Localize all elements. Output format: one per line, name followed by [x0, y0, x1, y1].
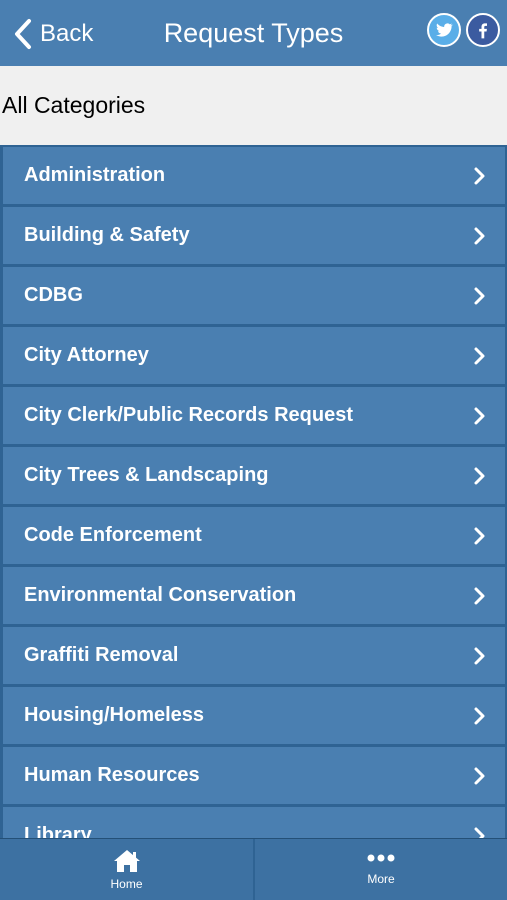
list-item-administration[interactable]: Administration [3, 147, 505, 204]
chevron-right-icon [474, 527, 485, 545]
list-item-label: Graffiti Removal [24, 644, 179, 666]
list-item-label: City Attorney [24, 344, 149, 366]
list-item-building-safety[interactable]: Building & Safety [3, 207, 505, 264]
filter-label: All Categories [2, 92, 146, 118]
tab-home[interactable]: Home [0, 839, 253, 900]
chevron-right-icon [474, 347, 485, 365]
chevron-right-icon [474, 407, 485, 425]
list-item-human-resources[interactable]: Human Resources [3, 747, 505, 804]
list-item-housing-homeless[interactable]: Housing/Homeless [3, 687, 505, 744]
back-label: Back [40, 20, 94, 47]
list-item-library[interactable]: Library [3, 807, 505, 838]
facebook-icon [479, 23, 487, 39]
list-item-graffiti-removal[interactable]: Graffiti Removal [3, 627, 505, 684]
more-dots-icon [367, 854, 395, 862]
bottom-tab-bar: Home More [0, 838, 507, 900]
list-item-label: City Trees & Landscaping [24, 464, 269, 486]
category-list[interactable]: Administration Building & Safety CDBG Ci… [0, 145, 507, 838]
chevron-left-icon [15, 19, 31, 49]
chevron-right-icon [474, 647, 485, 665]
chevron-right-icon [474, 827, 485, 838]
list-item-city-attorney[interactable]: City Attorney [3, 327, 505, 384]
list-item-cdbg[interactable]: CDBG [3, 267, 505, 324]
twitter-icon [436, 23, 454, 37]
tab-home-label: Home [110, 877, 143, 891]
back-button[interactable]: Back [12, 14, 93, 54]
list-item-code-enforcement[interactable]: Code Enforcement [3, 507, 505, 564]
chevron-right-icon [474, 707, 485, 725]
twitter-button[interactable] [427, 13, 461, 47]
list-item-label: Human Resources [24, 764, 200, 786]
chevron-right-icon [474, 227, 485, 245]
list-item-city-clerk[interactable]: City Clerk/Public Records Request [3, 387, 505, 444]
chevron-right-icon [474, 767, 485, 785]
category-filter[interactable]: All Categories [0, 66, 507, 145]
tab-more-label: More [367, 872, 395, 886]
list-item-label: City Clerk/Public Records Request [24, 404, 353, 426]
list-item-label: Library [24, 824, 92, 838]
home-icon [113, 850, 140, 872]
list-item-environmental-conservation[interactable]: Environmental Conservation [3, 567, 505, 624]
list-item-label: Code Enforcement [24, 524, 202, 546]
facebook-button[interactable] [466, 13, 500, 47]
list-item-label: Environmental Conservation [24, 584, 297, 606]
list-item-label: Administration [24, 164, 166, 186]
top-nav-bar: Back Request Types [0, 0, 507, 66]
list-item-label: CDBG [24, 284, 83, 306]
chevron-right-icon [474, 467, 485, 485]
chevron-right-icon [474, 167, 485, 185]
list-item-label: Building & Safety [24, 224, 190, 246]
tab-more[interactable]: More [255, 839, 507, 900]
chevron-right-icon [474, 587, 485, 605]
list-item-city-trees[interactable]: City Trees & Landscaping [3, 447, 505, 504]
list-item-label: Housing/Homeless [24, 704, 205, 726]
chevron-right-icon [474, 287, 485, 305]
